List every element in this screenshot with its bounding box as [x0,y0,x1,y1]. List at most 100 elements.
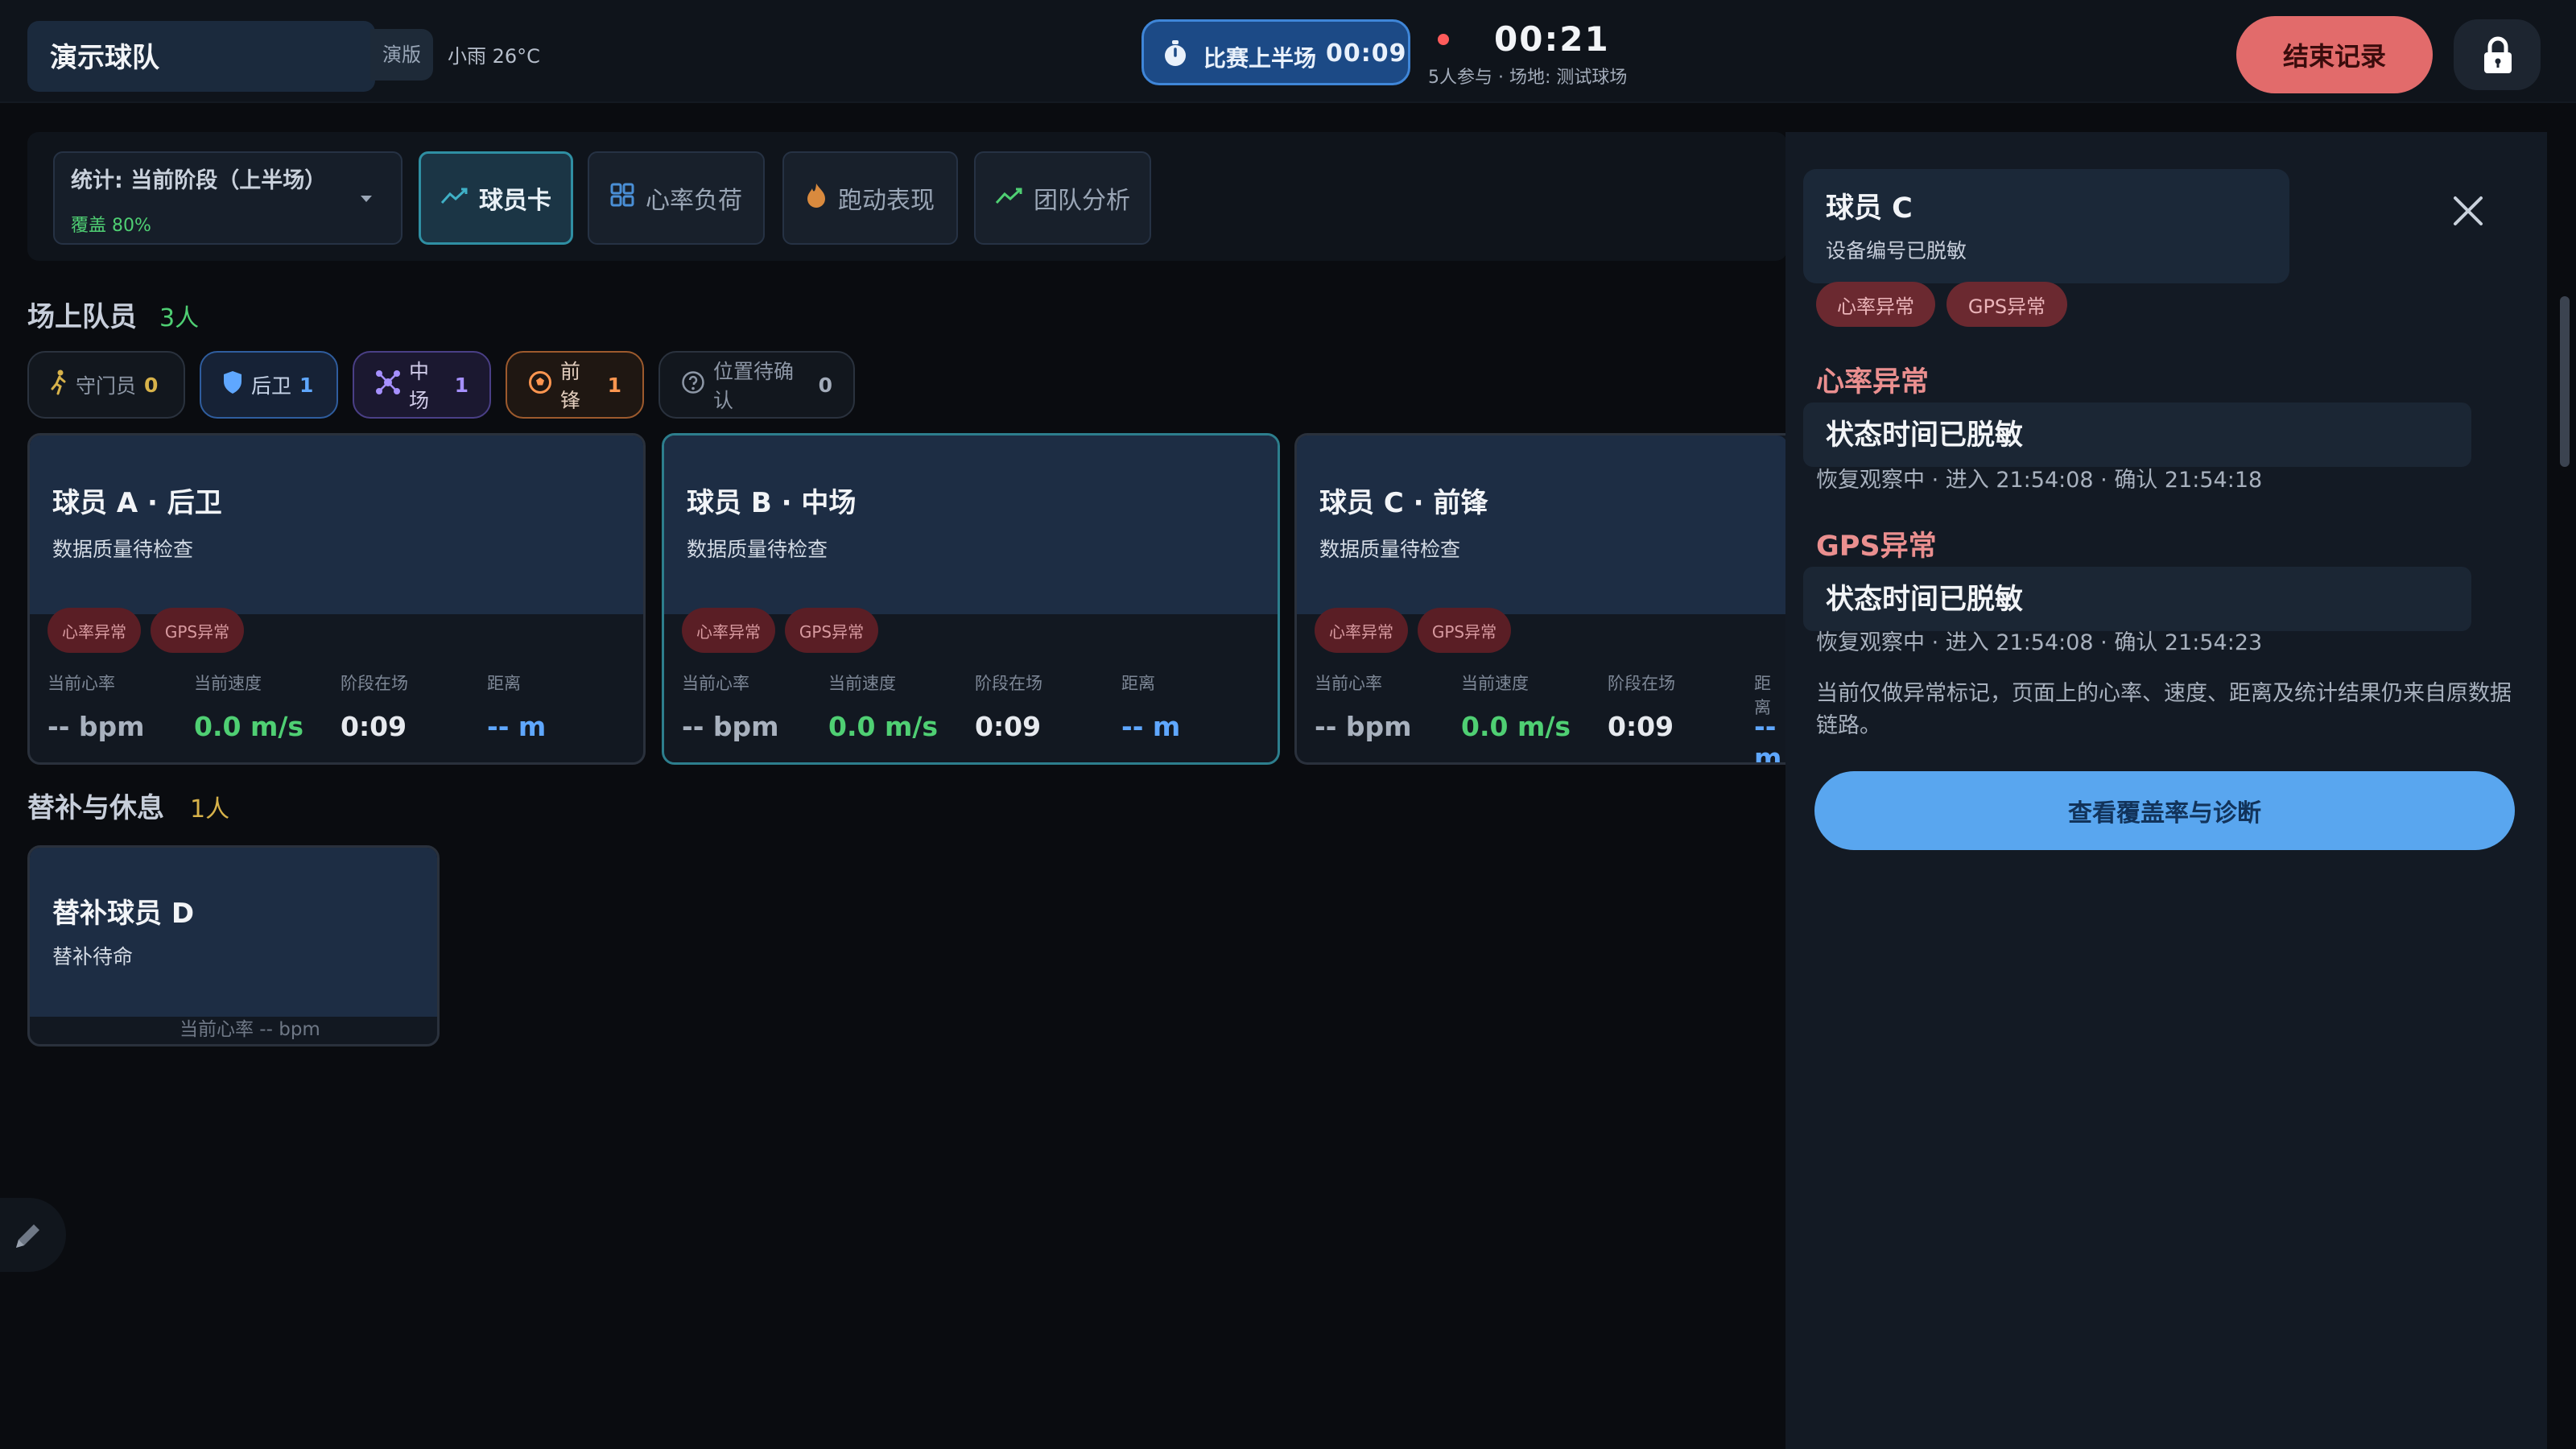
time-on-field-value: 0:09 [341,711,407,742]
tab-player-cards[interactable]: 球员卡 [419,151,573,245]
gps-alert-detail: 恢复观察中 · 进入 21:54:08 · 确认 21:54:23 [1816,630,2263,655]
grid-icon [610,183,634,213]
distance-value: -- m [487,711,547,742]
recording-dot-icon [1438,34,1449,45]
distance-value: -- m [1754,711,1782,765]
player-subtitle: 数据质量待检查 [687,538,828,561]
player-name: 替补球员 D [52,898,195,930]
heart-alert-tag: 心率异常 [1816,282,1935,327]
chip-label: 后卫 [251,374,292,398]
position-chip-goalkeeper[interactable]: 守门员 0 [27,351,185,419]
gps-alert-tag: GPS异常 [1946,282,2067,327]
half-label: 比赛上半场 [1203,45,1317,72]
bench-player-card[interactable]: 替补球员 D 替补待命 当前心率 -- bpm [27,845,440,1046]
heart-alert-badge: 心率异常 [1315,608,1408,653]
heart-rate-value: -- bpm [1315,711,1412,742]
stat-label: 当前速度 [194,674,262,693]
shield-icon [222,370,243,399]
flame-icon [806,182,827,214]
trend-up-icon [995,184,1022,213]
lock-icon [2483,35,2513,77]
bench-heart-rate: 当前心率 -- bpm [180,1019,320,1040]
stopwatch-icon [1162,39,1189,72]
lock-button[interactable] [2454,19,2541,90]
end-recording-button[interactable]: 结束记录 [2236,16,2433,93]
half-time: 00:09 [1326,39,1407,68]
player-name: 球员 B · 中场 [687,487,857,519]
panel-player-name: 球员 C [1826,192,1913,225]
player-name: 球员 A · 后卫 [52,487,222,519]
player-card-c[interactable]: 球员 C · 前锋 数据质量待检查 心率异常 GPS异常 当前心率 当前速度 阶… [1294,433,1787,765]
player-card-header [30,436,643,614]
tab-heart-load[interactable]: 心率负荷 [588,151,765,245]
heart-alert-detail: 恢复观察中 · 进入 21:54:08 · 确认 21:54:18 [1816,468,2263,493]
speed-value: 0.0 m/s [194,711,304,742]
speed-value: 0.0 m/s [828,711,939,742]
pencil-icon [11,1220,43,1256]
close-button[interactable] [2447,190,2489,232]
stat-label: 阶段在场 [1608,674,1675,693]
time-on-field-value: 0:09 [975,711,1042,742]
chip-count: 1 [299,373,314,397]
position-chip-defender[interactable]: 后卫 1 [200,351,338,419]
stat-label: 当前心率 [47,674,115,693]
heart-alert-status: 状态时间已脱敏 [1826,419,2024,452]
team-name: 演示球队 [50,42,159,74]
edit-button[interactable] [0,1198,66,1272]
stat-label: 距离 [487,674,521,693]
position-chip-midfielder[interactable]: 中场 1 [353,351,491,419]
tab-team-analysis[interactable]: 团队分析 [974,151,1151,245]
stat-label: 当前速度 [828,674,896,693]
position-chip-pending[interactable]: 位置待确认 0 [658,351,855,419]
chip-count: 0 [818,373,832,397]
gps-alert-badge: GPS异常 [785,608,878,653]
gps-alert-section-title: GPS异常 [1816,530,1937,563]
bench-title: 替补与休息 [27,792,164,824]
heart-alert-section-title: 心率异常 [1816,366,1930,398]
tab-label: 心率负荷 [646,187,742,215]
position-chip-forward[interactable]: 前锋 1 [506,351,644,419]
help-icon [681,370,705,399]
coverage-diagnostics-button[interactable]: 查看覆盖率与诊断 [1814,771,2515,850]
tab-label: 团队分析 [1034,187,1130,215]
panel-device-id: 设备编号已脱敏 [1826,239,1967,262]
heart-alert-badge: 心率异常 [47,608,141,653]
scrollbar[interactable] [2560,296,2570,467]
tab-label: 球员卡 [479,187,551,215]
player-subtitle: 替补待命 [52,945,134,968]
chip-count: 1 [607,373,621,397]
gps-alert-status: 状态时间已脱敏 [1826,584,2024,616]
player-subtitle: 数据质量待检查 [52,538,194,561]
player-card-a[interactable]: 球员 A · 后卫 数据质量待检查 心率异常 GPS异常 当前心率 当前速度 阶… [27,433,646,765]
time-on-field-value: 0:09 [1608,711,1674,742]
chip-label: 前锋 [560,360,581,412]
edition-badge: 演版 [370,29,433,80]
stat-label: 当前心率 [682,674,749,693]
distance-value: -- m [1121,711,1181,742]
player-card-header [664,436,1278,614]
soccer-ball-icon [528,370,552,399]
stat-label: 当前心率 [1315,674,1382,693]
gps-alert-badge: GPS异常 [1418,608,1511,653]
onfield-title: 场上队员 [27,301,137,333]
heart-alert-badge: 心率异常 [682,608,775,653]
chevron-down-icon [359,192,374,207]
chip-label: 中场 [409,360,430,412]
tab-running[interactable]: 跑动表现 [782,151,958,245]
runner-icon [50,369,68,400]
gps-alert-badge: GPS异常 [151,608,244,653]
player-subtitle: 数据质量待检查 [1319,538,1461,561]
stat-label: 阶段在场 [341,674,408,693]
chip-count: 1 [454,373,469,397]
chip-count: 0 [144,373,159,397]
elapsed-time: 00:21 [1494,19,1610,59]
panel-note: 当前仅做异常标记，页面上的心率、速度、距离及统计结果仍来自原数据链路。 [1816,681,2512,738]
chip-label: 守门员 [76,374,137,398]
match-half-pill[interactable]: 比赛上半场 00:09 [1141,19,1410,85]
trend-icon [440,184,468,213]
coverage-text: 覆盖 80% [71,216,151,236]
session-info: 5人参与 · 场地: 测试球场 [1428,68,1628,88]
player-card-b[interactable]: 球员 B · 中场 数据质量待检查 心率异常 GPS异常 当前心率 当前速度 阶… [662,433,1280,765]
stat-label: 当前速度 [1461,674,1529,693]
onfield-count: 3人 [159,304,200,332]
